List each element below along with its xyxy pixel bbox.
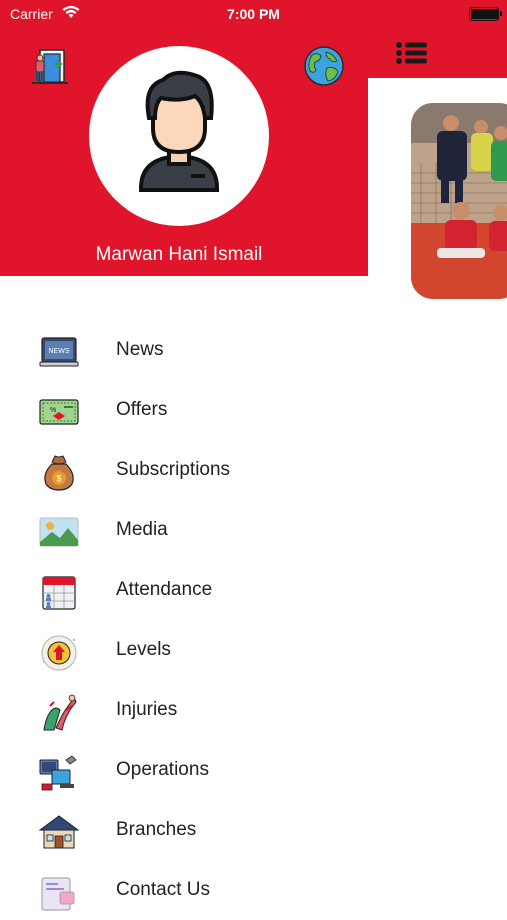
svg-text:NEWS: NEWS [49,348,70,355]
menu-item-media[interactable]: Media [0,500,368,560]
money-bag-icon: $ [44,455,74,491]
injury-icon [43,694,77,731]
battery-icon [469,7,502,21]
svg-text:%: % [50,407,56,414]
hero-photo[interactable] [411,103,507,299]
menu-label-attendance: Attendance [116,579,213,600]
battery-fill [471,9,499,19]
time-label: 7:00 PM [227,6,280,22]
logout-button[interactable] [28,44,72,88]
menu-label-operations: Operations [116,759,209,780]
menu-label-offers: Offers [116,399,168,420]
list-icon [396,42,427,64]
voucher-icon: % [39,399,79,425]
calendar-icon [42,576,76,610]
menu-item-levels[interactable]: Levels [0,620,368,680]
menu-label-branches: Branches [116,819,197,840]
menu-item-offers[interactable]: % Offers [0,380,368,440]
menu-item-contact-us[interactable]: Contact Us [0,860,368,920]
menu-item-injuries[interactable]: Injuries [0,680,368,740]
menu-item-attendance[interactable]: Attendance [0,560,368,620]
newspaper-laptop-icon: NEWS [39,337,79,367]
operations-icon [39,755,77,791]
image-icon [39,517,79,547]
menu-label-subscriptions: Subscriptions [116,459,231,480]
menu-list-button[interactable] [395,40,429,66]
language-button[interactable] [302,44,346,88]
house-icon [38,815,80,849]
avatar[interactable] [89,46,269,226]
menu-label-media: Media [116,519,168,540]
exit-door-icon [32,49,68,84]
user-name: Marwan Hani Ismail [95,244,263,265]
menu-item-news[interactable]: NEWS News [0,320,368,380]
menu-label-news: News [116,339,164,360]
team-photo-image [411,103,507,299]
menu-item-branches[interactable]: Branches [0,800,368,860]
menu-label-contact-us: Contact Us [116,879,210,900]
globe-icon [304,46,344,86]
menu-item-operations[interactable]: Operations [0,740,368,800]
menu-label-levels: Levels [116,639,171,660]
menu-label-injuries: Injuries [116,699,178,720]
contact-icon [41,877,75,911]
user-avatar-icon [139,70,219,192]
menu-item-subscriptions[interactable]: $ Subscriptions [0,440,368,500]
level-up-icon [41,635,77,671]
status-time: 7:00 PM [0,0,507,28]
svg-text:$: $ [56,474,61,484]
